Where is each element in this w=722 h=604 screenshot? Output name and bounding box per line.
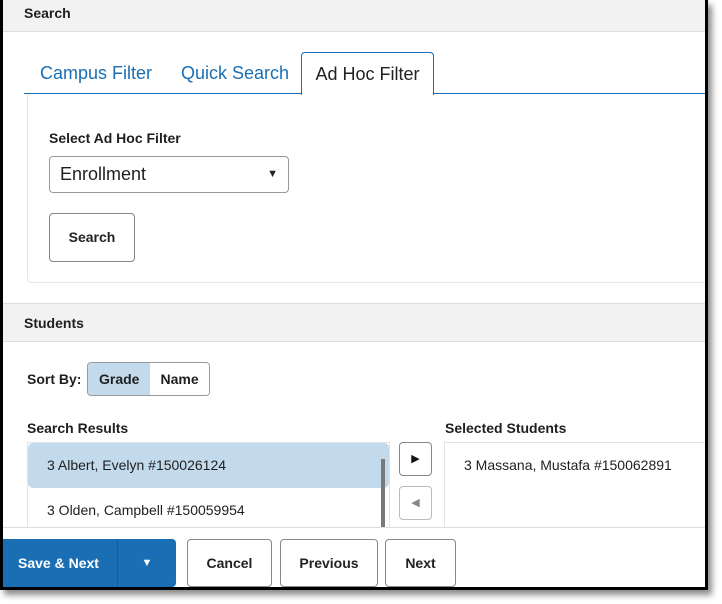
next-button[interactable]: Next <box>385 539 456 587</box>
add-student-button[interactable]: ▶ <box>399 442 432 476</box>
save-next-button[interactable]: Save & Next <box>3 539 118 587</box>
triangle-left-icon: ◀ <box>411 497 420 509</box>
search-section-header: Search <box>3 0 705 32</box>
list-item[interactable]: 3 Massana, Mustafa #150062891 <box>445 443 705 488</box>
window-frame: Search Campus Filter Quick Search Ad Hoc… <box>0 0 708 590</box>
search-results-title: Search Results <box>27 420 129 436</box>
selected-students-list[interactable]: 3 Massana, Mustafa #150062891 <box>444 442 705 532</box>
tab-campus-filter[interactable]: Campus Filter <box>40 52 152 94</box>
save-next-split-button: Save & Next ▼ <box>3 539 176 587</box>
filter-tabs: Campus Filter Quick Search Ad Hoc Filter <box>24 52 705 95</box>
chevron-down-icon: ▼ <box>267 168 278 180</box>
students-section-title: Students <box>24 315 84 331</box>
sort-by-name[interactable]: Name <box>150 363 209 395</box>
previous-button[interactable]: Previous <box>280 539 378 587</box>
ad-hoc-filter-select[interactable]: Enrollment ▼ <box>49 156 289 193</box>
triangle-right-icon: ▶ <box>411 453 420 465</box>
remove-student-button[interactable]: ◀ <box>399 486 432 520</box>
tab-quick-search[interactable]: Quick Search <box>181 52 289 94</box>
cancel-button[interactable]: Cancel <box>187 539 272 587</box>
sort-by-toggle: Grade Name <box>87 362 210 396</box>
ad-hoc-filter-panel: Select Ad Hoc Filter Enrollment ▼ Search <box>27 94 705 283</box>
caret-down-icon: ▼ <box>141 557 153 569</box>
search-button[interactable]: Search <box>49 213 135 262</box>
save-options-dropdown[interactable]: ▼ <box>118 539 176 587</box>
students-section-header: Students <box>3 303 705 342</box>
action-footer: Save & Next ▼ Cancel Previous Next <box>3 527 705 587</box>
list-item[interactable]: 3 Albert, Evelyn #150026124 <box>28 443 389 488</box>
tab-ad-hoc-filter[interactable]: Ad Hoc Filter <box>301 52 434 95</box>
sort-by-grade[interactable]: Grade <box>88 363 151 395</box>
search-section-title: Search <box>24 5 71 21</box>
ad-hoc-filter-label: Select Ad Hoc Filter <box>49 130 181 146</box>
search-results-list[interactable]: 3 Albert, Evelyn #150026124 3 Olden, Cam… <box>27 442 390 539</box>
sort-by-label: Sort By: <box>27 371 82 387</box>
selected-students-title: Selected Students <box>445 420 567 436</box>
ad-hoc-filter-value: Enrollment <box>60 164 147 184</box>
